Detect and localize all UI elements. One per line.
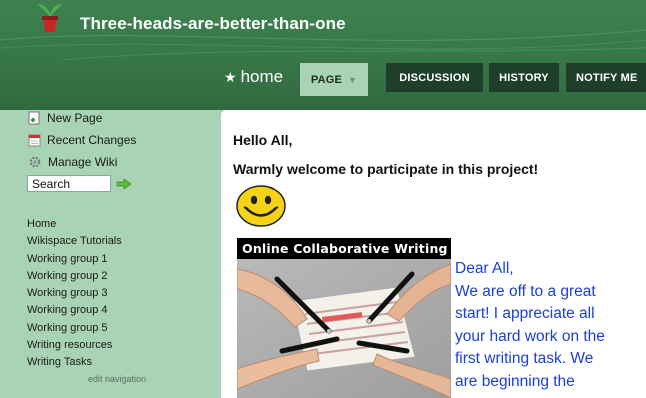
manage-wiki-label: Manage Wiki	[48, 155, 118, 169]
tab-page[interactable]: PAGE ▼	[300, 63, 368, 96]
chevron-down-icon: ▼	[348, 74, 358, 85]
manage-wiki-link[interactable]: Manage Wiki	[28, 154, 117, 170]
message-line: Dear All,	[455, 260, 514, 277]
image-caption: Online Collaborative Writing	[237, 238, 451, 259]
site-header: Three-heads-are-better-than-one ★ home P…	[0, 0, 646, 110]
collaborative-writing-image: Online Collaborative Writing	[237, 238, 451, 398]
recent-changes-link[interactable]: Recent Changes	[28, 132, 136, 148]
greeting-heading: Hello All,	[233, 132, 293, 148]
tab-history[interactable]: HISTORY	[489, 63, 559, 92]
sidebar-item-home[interactable]: Home	[27, 216, 122, 233]
home-link[interactable]: ★ home	[224, 67, 283, 87]
tab-notify-me[interactable]: NOTIFY ME	[566, 63, 646, 92]
home-label: home	[240, 67, 284, 86]
smiley-icon	[236, 185, 286, 227]
sidebar-item-working-group-3[interactable]: Working group 3	[27, 285, 122, 302]
tab-notify-me-label: NOTIFY ME	[576, 71, 638, 84]
tab-history-label: HISTORY	[499, 71, 549, 84]
tab-discussion-label: DISCUSSION	[399, 71, 470, 84]
message-line: first writing task. We	[455, 350, 594, 367]
star-icon: ★	[224, 68, 237, 85]
message-line: are beginning the	[455, 372, 575, 390]
site-title[interactable]: Three-heads-are-better-than-one	[80, 14, 346, 34]
search-go-arrow-icon[interactable]	[116, 178, 132, 190]
message-line: your hard work on the	[455, 327, 605, 345]
sidebar-nav: Home Wikispace Tutorials Working group 1…	[27, 216, 122, 372]
gear-icon	[29, 156, 41, 168]
tab-discussion[interactable]: DISCUSSION	[386, 63, 483, 92]
new-page-icon	[28, 111, 40, 125]
search-input[interactable]	[27, 175, 111, 192]
recent-changes-label: Recent Changes	[47, 133, 137, 147]
page-content: Hello All, Warmly welcome to participate…	[221, 110, 646, 398]
sidebar-item-working-group-5[interactable]: Working group 5	[27, 320, 122, 337]
edit-navigation-link[interactable]: edit navigation	[88, 374, 146, 384]
message-line: start! I appreciate all	[455, 305, 595, 322]
message-line: We are off to a great	[455, 282, 596, 300]
sidebar-item-working-group-4[interactable]: Working group 4	[27, 302, 122, 319]
sidebar-item-working-group-2[interactable]: Working group 2	[27, 268, 122, 285]
tab-page-label: PAGE	[310, 73, 343, 86]
sidebar-item-working-group-1[interactable]: Working group 1	[27, 251, 122, 268]
new-page-link[interactable]: New Page	[28, 110, 102, 126]
sidebar-item-writing-tasks[interactable]: Writing Tasks	[27, 354, 122, 371]
hands-writing-illustration	[237, 259, 451, 398]
sidebar-item-writing-resources[interactable]: Writing resources	[27, 337, 122, 354]
welcome-message: Dear All, We are off to a great start! I…	[455, 258, 645, 393]
sidebar-item-wikispace-tutorials[interactable]: Wikispace Tutorials	[27, 233, 122, 250]
plant-logo-icon	[38, 4, 62, 32]
calendar-icon	[28, 134, 41, 147]
welcome-heading: Warmly welcome to participate in this pr…	[233, 161, 539, 177]
new-page-label: New Page	[47, 111, 103, 125]
